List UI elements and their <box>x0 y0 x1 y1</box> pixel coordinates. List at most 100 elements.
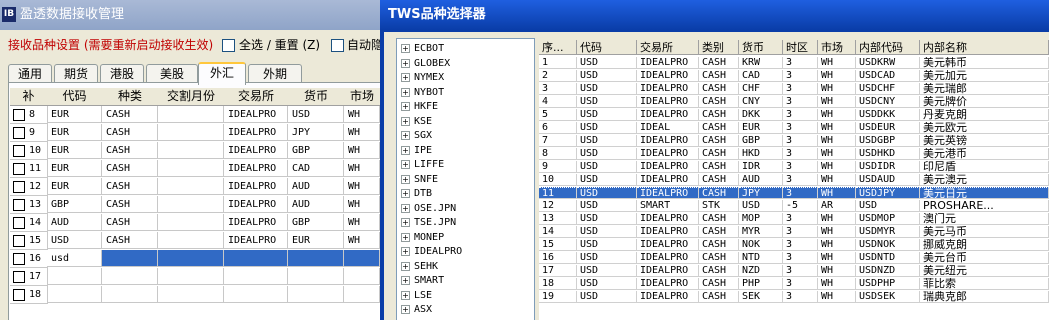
table-cell-tz[interactable]: 3 <box>783 239 818 251</box>
plus-box-icon[interactable]: + <box>401 261 410 271</box>
table-cell-market[interactable]: WH <box>818 278 856 290</box>
table-cell-exchange[interactable]: IDEALPRO <box>637 239 699 251</box>
table-cell-internal-code[interactable]: USDCNY <box>856 96 920 108</box>
table-cell-market[interactable]: WH <box>818 187 856 199</box>
table-cell-tz[interactable]: 3 <box>783 213 818 225</box>
table-cell-code[interactable]: USD <box>577 174 637 186</box>
table-cell-currency[interactable]: USD <box>739 200 783 212</box>
table-row[interactable]: 11 EUR CASH IDEALPRO CAD WH <box>10 160 380 178</box>
table-cell-seq[interactable]: 9 <box>539 161 577 173</box>
table-cell-currency[interactable]: AUD <box>739 174 783 186</box>
table-cell-code[interactable]: USD <box>577 187 637 199</box>
column-header[interactable]: 类别 <box>699 40 739 55</box>
table-cell-internal-name[interactable]: 美元韩币 <box>920 57 1049 69</box>
table-cell-tz[interactable]: 3 <box>783 226 818 238</box>
table-cell-type[interactable] <box>102 250 158 267</box>
table-cell-exchange[interactable]: IDEALPRO <box>224 142 288 159</box>
table-cell-market[interactable]: WH <box>344 124 380 141</box>
table-cell-code[interactable]: USD <box>47 232 102 249</box>
row-checkbox[interactable] <box>13 163 25 175</box>
table-cell-seq[interactable]: 3 <box>539 83 577 95</box>
table-cell-code[interactable]: USD <box>577 265 637 277</box>
table-cell-seq[interactable]: 4 <box>539 96 577 108</box>
symbol-row[interactable]: 8 USD IDEALPRO CASH HKD 3 WH USDHKD 美元港币 <box>539 148 1049 161</box>
table-cell-type[interactable]: CASH <box>102 160 158 177</box>
table-cell-internal-code[interactable]: USDNTD <box>856 252 920 264</box>
table-cell-category[interactable]: CASH <box>699 70 739 82</box>
table-cell-category[interactable]: CASH <box>699 83 739 95</box>
table-cell-internal-name[interactable]: 美元澳元 <box>920 174 1049 186</box>
table-cell-seq[interactable]: 13 <box>539 213 577 225</box>
table-cell-code[interactable]: USD <box>577 148 637 160</box>
table-cell-category[interactable]: CASH <box>699 122 739 134</box>
row-checkbox[interactable] <box>13 127 25 139</box>
plus-box-icon[interactable]: + <box>401 276 410 285</box>
table-row[interactable]: 15 USD CASH IDEALPRO EUR WH <box>10 232 380 250</box>
table-cell-currency[interactable]: CNY <box>739 96 783 108</box>
select-all-checkbox[interactable] <box>222 39 235 52</box>
table-cell-market[interactable]: WH <box>344 142 380 159</box>
symbol-row[interactable]: 10 USD IDEALPRO CASH AUD 3 WH USDAUD 美元澳元 <box>539 174 1049 187</box>
table-cell-market[interactable]: WH <box>818 291 856 303</box>
table-cell-currency[interactable]: CHF <box>739 83 783 95</box>
table-cell-category[interactable]: CASH <box>699 135 739 147</box>
table-cell-currency[interactable]: GBP <box>739 135 783 147</box>
table-cell-currency[interactable]: KRW <box>739 57 783 69</box>
symbol-row[interactable]: 9 USD IDEALPRO CASH IDR 3 WH USDIDR 印尼盾 <box>539 161 1049 174</box>
table-cell-month[interactable] <box>158 232 224 249</box>
table-cell-internal-name[interactable]: 丹麦克朗 <box>920 109 1049 121</box>
tab-us-stocks[interactable]: 美股 <box>146 64 198 83</box>
plus-box-icon[interactable]: + <box>401 44 410 53</box>
table-cell-seq[interactable]: 19 <box>539 291 577 303</box>
table-cell-currency[interactable]: NOK <box>739 239 783 251</box>
table-cell-market[interactable]: WH <box>818 122 856 134</box>
table-cell-currency[interactable]: JPY <box>288 124 344 141</box>
table-row[interactable]: 13 GBP CASH IDEALPRO AUD WH <box>10 196 380 214</box>
tab-hk-stocks[interactable]: 港股 <box>100 64 144 83</box>
table-cell-exchange[interactable]: IDEALPRO <box>637 109 699 121</box>
table-cell-currency[interactable]: AUD <box>288 196 344 213</box>
table-cell-category[interactable]: CASH <box>699 278 739 290</box>
plus-box-icon[interactable]: + <box>401 116 410 126</box>
table-cell-month[interactable] <box>158 196 224 213</box>
table-cell-seq[interactable]: 7 <box>539 135 577 147</box>
symbol-row[interactable]: 19 USD IDEALPRO CASH SEK 3 WH USDSEK 瑞典克郎 <box>539 291 1049 304</box>
table-cell-month[interactable] <box>158 214 224 231</box>
table-cell-tz[interactable]: 3 <box>783 278 818 290</box>
table-cell-internal-name[interactable]: 美元牌价 <box>920 96 1049 108</box>
table-cell-tz[interactable]: 3 <box>783 148 818 160</box>
table-cell-code[interactable]: USD <box>577 122 637 134</box>
table-cell-tz[interactable]: 3 <box>783 96 818 108</box>
table-cell-currency[interactable]: USD <box>288 106 344 123</box>
table-cell-internal-code[interactable]: USD <box>856 200 920 212</box>
tab-general[interactable]: 通用 <box>8 64 52 83</box>
row-checkbox[interactable] <box>13 109 25 121</box>
table-cell-code[interactable]: AUD <box>47 214 102 231</box>
table-cell-internal-name[interactable]: 美元加元 <box>920 70 1049 82</box>
table-cell-type[interactable]: CASH <box>102 196 158 213</box>
table-cell-code[interactable]: USD <box>577 57 637 69</box>
plus-box-icon[interactable]: + <box>401 102 410 111</box>
table-cell-market[interactable]: AR <box>818 200 856 212</box>
plus-box-icon[interactable]: + <box>401 218 410 227</box>
table-cell-internal-code[interactable]: USDKRW <box>856 57 920 69</box>
column-header[interactable]: 货币 <box>739 40 783 55</box>
table-cell-code[interactable]: GBP <box>47 196 102 213</box>
row-checkbox[interactable] <box>13 199 25 211</box>
table-cell-code[interactable]: USD <box>577 213 637 225</box>
table-cell-market[interactable]: WH <box>818 161 856 173</box>
table-cell-market[interactable]: WH <box>818 265 856 277</box>
table-cell-exchange[interactable]: IDEALPRO <box>637 252 699 264</box>
plus-box-icon[interactable]: + <box>401 203 410 213</box>
column-header[interactable]: 代码 <box>577 40 637 55</box>
table-cell-num[interactable]: 11 <box>10 160 48 178</box>
table-cell-exchange[interactable]: IDEALPRO <box>637 187 699 199</box>
row-checkbox[interactable] <box>13 235 25 247</box>
symbol-row[interactable]: 1 USD IDEALPRO CASH KRW 3 WH USDKRW 美元韩币 <box>539 57 1049 70</box>
column-header[interactable]: 内部代码 <box>856 40 920 55</box>
table-cell-market[interactable]: WH <box>818 135 856 147</box>
table-cell-category[interactable]: CASH <box>699 109 739 121</box>
table-cell-currency[interactable] <box>288 268 344 285</box>
table-cell-seq[interactable]: 8 <box>539 148 577 160</box>
table-row[interactable]: 18 <box>10 286 380 304</box>
